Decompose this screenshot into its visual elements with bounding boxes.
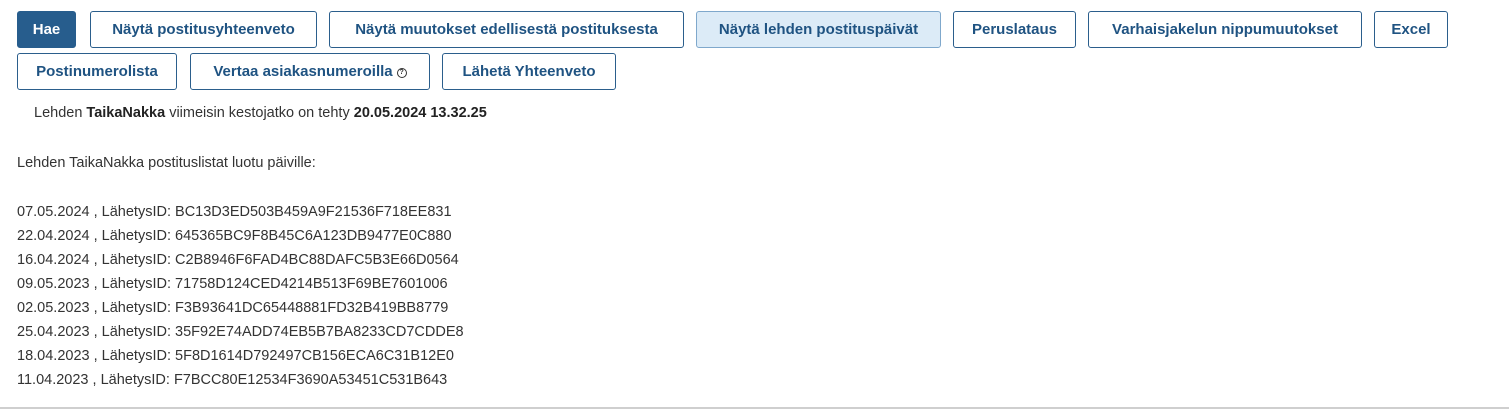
posting-date: 02.05.2023 <box>17 300 90 316</box>
posting-date: 25.04.2023 <box>17 324 90 340</box>
basic-load-button[interactable]: Peruslataus <box>953 11 1076 48</box>
show-changes-since-last-posting-button[interactable]: Näytä muutokset edellisestä postituksest… <box>329 11 684 48</box>
shipment-id-label: LähetysID: <box>100 372 170 388</box>
shipment-id: 645365BC9F8B45C6A123DB9477E0C880 <box>175 228 452 244</box>
list-item: 09.05.2023 , LähetysID: 71758D124CED4214… <box>17 276 448 292</box>
shipment-id: F3B93641DC65448881FD32B419BB8779 <box>175 300 449 316</box>
renewal-info: Lehden TaikaNakka viimeisin kestojatko o… <box>34 105 487 121</box>
shipment-id-label: LähetysID: <box>101 348 171 364</box>
shipment-id-label: LähetysID: <box>101 204 171 220</box>
show-magazine-posting-dates-button[interactable]: Näytä lehden postituspäivät <box>696 11 941 48</box>
info-middle: viimeisin kestojatko on tehty <box>169 105 350 121</box>
compare-customer-numbers-button[interactable]: Vertaa asiakasnumeroilla ? <box>190 53 430 90</box>
shipment-id-label: LähetysID: <box>101 324 171 340</box>
posting-date: 16.04.2024 <box>17 252 90 268</box>
excel-button[interactable]: Excel <box>1374 11 1448 48</box>
posting-date: 09.05.2023 <box>17 276 90 292</box>
list-item: 02.05.2023 , LähetysID: F3B93641DC654488… <box>17 300 449 316</box>
posting-date: 18.04.2023 <box>17 348 90 364</box>
list-item: 18.04.2023 , LähetysID: 5F8D1614D792497C… <box>17 348 454 364</box>
posting-date: 11.04.2023 <box>17 372 89 388</box>
help-icon[interactable]: ? <box>396 67 407 78</box>
bottom-divider <box>0 407 1509 409</box>
posting-date: 22.04.2024 <box>17 228 90 244</box>
shipment-id-label: LähetysID: <box>101 252 171 268</box>
shipment-id: C2B8946F6FAD4BC88DAFC5B3E66D0564 <box>175 252 459 268</box>
list-item: 22.04.2024 , LähetysID: 645365BC9F8B45C6… <box>17 228 452 244</box>
shipment-id-label: LähetysID: <box>101 228 171 244</box>
list-item: 11.04.2023 , LähetysID: F7BCC80E12534F36… <box>17 372 448 388</box>
shipment-id: 71758D124CED4214B513F69BE7601006 <box>175 276 448 292</box>
list-item: 16.04.2024 , LähetysID: C2B8946F6FAD4BC8… <box>17 252 459 268</box>
magazine-name: TaikaNakka <box>86 105 166 121</box>
shipment-id: 5F8D1614D792497CB156ECA6C31B12E0 <box>175 348 454 364</box>
postal-code-list-button[interactable]: Postinumerolista <box>17 53 177 90</box>
info-prefix: Lehden <box>34 105 83 121</box>
posting-date: 07.05.2024 <box>17 204 90 220</box>
list-item: 25.04.2023 , LähetysID: 35F92E74ADD74EB5… <box>17 324 464 340</box>
send-summary-button[interactable]: Lähetä Yhteenveto <box>442 53 616 90</box>
compare-customer-numbers-label: Vertaa asiakasnumeroilla <box>213 63 393 80</box>
shipment-id-label: LähetysID: <box>101 300 171 316</box>
shipment-id: F7BCC80E12534F3690A53451C531B643 <box>173 372 448 388</box>
show-posting-summary-button[interactable]: Näytä postitusyhteenveto <box>90 11 317 48</box>
shipment-id-label: LähetysID: <box>101 276 171 292</box>
posting-lists-title: Lehden TaikaNakka postituslistat luotu p… <box>17 155 316 171</box>
search-button[interactable]: Hae <box>17 11 76 48</box>
posting-dates-list: 07.05.2024 , LähetysID: BC13D3ED503B459A… <box>17 203 464 395</box>
renewal-timestamp: 20.05.2024 13.32.25 <box>353 105 487 121</box>
shipment-id: 35F92E74ADD74EB5B7BA8233CD7CDDE8 <box>175 324 464 340</box>
list-item: 07.05.2024 , LähetysID: BC13D3ED503B459A… <box>17 204 452 220</box>
early-delivery-bundle-changes-button[interactable]: Varhaisjakelun nippumuutokset <box>1088 11 1362 48</box>
shipment-id: BC13D3ED503B459A9F21536F718EE831 <box>175 204 452 220</box>
